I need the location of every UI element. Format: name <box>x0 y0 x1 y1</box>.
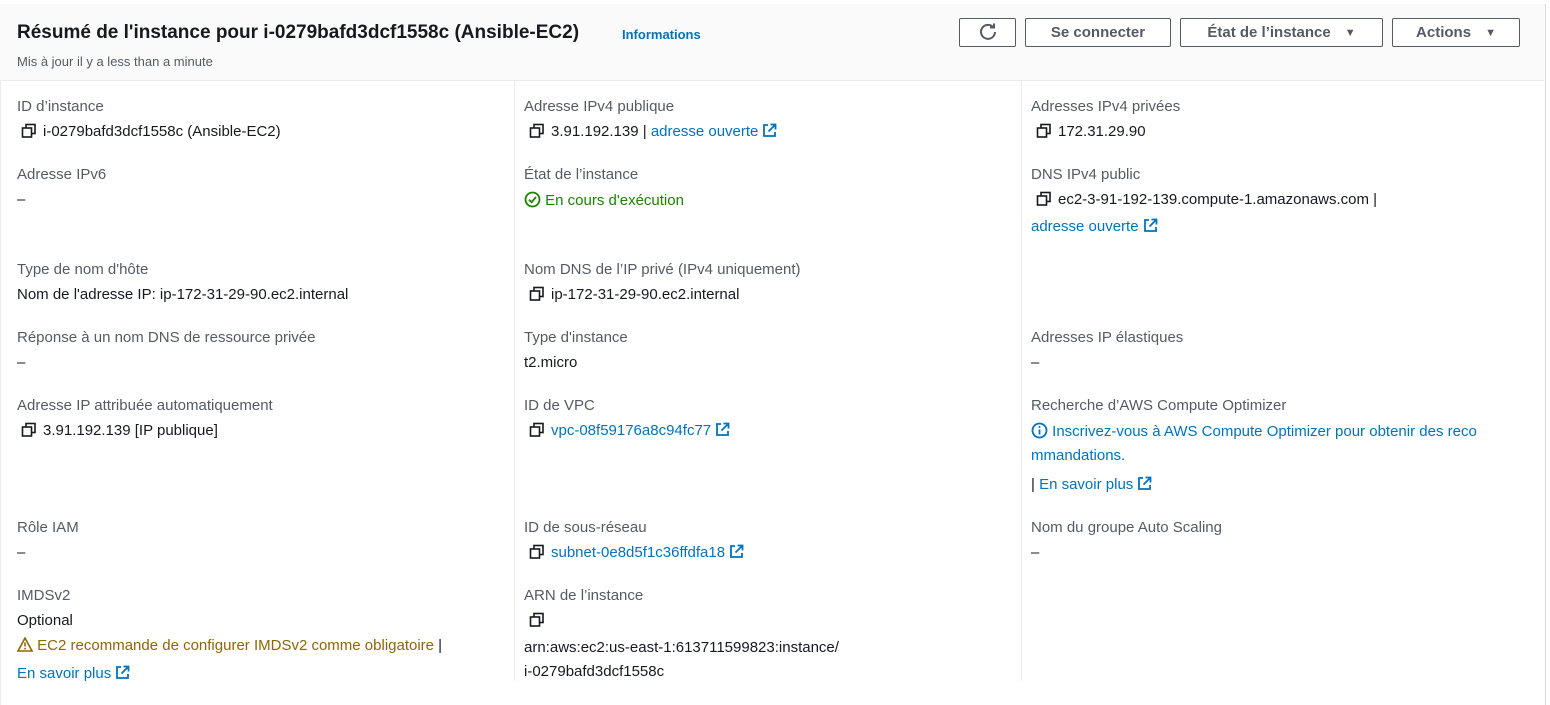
connect-button-label: Se connecter <box>1050 24 1146 41</box>
last-updated-text: Mis à jour il y a less than a minute <box>17 54 213 69</box>
instance-state-value: En cours d'exécution <box>524 191 684 209</box>
hostname-type-value: Nom de l'adresse IP: ip-172-31-29-90.ec2… <box>17 286 349 303</box>
summary-header: Résumé de l'instance pour i-0279bafd3dcf… <box>0 4 1544 81</box>
external-link-icon[interactable] <box>762 123 777 138</box>
elastic-ip-label: Adresses IP élastiques <box>1031 329 1184 346</box>
ipv6-value: – <box>17 191 26 208</box>
copy-icon[interactable] <box>529 123 545 139</box>
private-dns-label: Nom DNS de l’IP privé (IPv4 uniquement) <box>524 261 801 278</box>
public-ipv4-text: 3.91.192.139 <box>551 123 639 140</box>
vpc-value: vpc-08f59176a8c94fc77 <box>529 422 730 439</box>
auto-ip-label: Adresse IP attribuée automatiquement <box>17 397 273 414</box>
public-dns-label: DNS IPv4 public <box>1031 166 1141 183</box>
external-link-icon <box>115 665 130 680</box>
public-dns-text: ec2-3-91-192-139.compute-1.amazonaws.com <box>1058 191 1369 208</box>
copy-icon[interactable] <box>1036 123 1052 139</box>
actions-label: Actions <box>1416 24 1472 41</box>
iam-role-label: Rôle IAM <box>17 519 79 536</box>
copy-icon[interactable] <box>529 422 545 438</box>
refresh-icon <box>978 21 998 45</box>
compute-optimizer-text-1: Inscrivez-vous à AWS Compute Optimizer p… <box>1052 423 1477 440</box>
compute-optimizer-learn-more: | En savoir plus <box>1031 476 1152 493</box>
actions-dropdown[interactable]: Actions ▼ <box>1392 18 1520 47</box>
copy-icon[interactable] <box>529 544 545 560</box>
learn-more-link[interactable]: En savoir plus <box>1039 476 1133 493</box>
open-address-link[interactable]: adresse ouverte <box>651 123 759 140</box>
instance-id-value: i-0279bafd3dcf1558c (Ansible-EC2) <box>21 123 281 140</box>
connect-button[interactable]: Se connecter <box>1025 18 1171 47</box>
auto-ip-text: 3.91.192.139 [IP publique] <box>43 422 218 439</box>
copy-icon[interactable] <box>1036 191 1052 207</box>
imdsv2-warning: EC2 recommande de configurer IMDSv2 comm… <box>16 636 442 654</box>
caret-down-icon: ▼ <box>1344 26 1356 39</box>
asg-label: Nom du groupe Auto Scaling <box>1031 519 1222 536</box>
external-link-icon[interactable] <box>1137 476 1152 491</box>
vpc-label: ID de VPC <box>524 397 595 414</box>
compute-optimizer-text-2[interactable]: mmandations. <box>1031 447 1125 464</box>
instance-id-text: i-0279bafd3dcf1558c (Ansible-EC2) <box>43 123 281 140</box>
info-link[interactable]: Informations <box>622 27 701 42</box>
arn-value-line2: i-0279bafd3dcf1558c <box>524 663 665 680</box>
public-ipv4-value: 3.91.192.139 | adresse ouverte <box>529 123 777 140</box>
iam-role-value: – <box>17 544 26 561</box>
learn-more-text: En savoir plus <box>17 665 112 682</box>
open-address-text: adresse ouverte <box>1031 218 1139 235</box>
public-dns-value: ec2-3-91-192-139.compute-1.amazonaws.com… <box>1036 191 1377 208</box>
copy-icon[interactable] <box>529 612 545 628</box>
dns-response-value: – <box>17 354 26 371</box>
compute-optimizer-label: Recherche d’AWS Compute Optimizer <box>1031 397 1287 414</box>
public-ipv4-label: Adresse IPv4 publique <box>524 98 675 115</box>
warning-icon <box>16 636 34 654</box>
copy-icon[interactable] <box>21 123 37 139</box>
copy-icon[interactable] <box>529 286 545 302</box>
private-dns-text: ip-172-31-29-90.ec2.internal <box>551 286 740 303</box>
instance-state-label: État de l’instance <box>1207 24 1331 41</box>
instance-id-label: ID d’instance <box>17 98 104 115</box>
check-circle-icon <box>524 191 541 209</box>
copy-icon[interactable] <box>21 422 37 438</box>
caret-down-icon: ▼ <box>1485 26 1496 39</box>
arn-label: ARN de l’instance <box>524 587 644 604</box>
external-link-icon[interactable] <box>715 422 730 437</box>
subnet-link[interactable]: subnet-0e8d5f1c36ffdfa18 <box>551 544 725 561</box>
auto-ip-value: 3.91.192.139 [IP publique] <box>21 422 218 439</box>
instance-state-field-label: État de l’instance <box>524 166 639 183</box>
private-ipv4-text: 172.31.29.90 <box>1058 123 1146 140</box>
external-link-icon <box>1143 218 1158 233</box>
imdsv2-value: Optional <box>17 612 73 629</box>
ipv6-label: Adresse IPv6 <box>17 166 107 183</box>
arn-value-line1: arn:aws:ec2:us-east-1:613711599823:insta… <box>524 639 839 656</box>
dns-response-label: Réponse à un nom DNS de ressource privée <box>17 329 316 346</box>
private-dns-value: ip-172-31-29-90.ec2.internal <box>529 286 739 303</box>
asg-value: – <box>1031 544 1040 561</box>
external-link-icon[interactable] <box>729 544 744 559</box>
column-divider <box>1021 81 1022 681</box>
instance-state-dropdown[interactable]: État de l’instance ▼ <box>1180 18 1383 47</box>
column-divider <box>514 81 515 681</box>
instance-type-value: t2.micro <box>524 354 578 371</box>
imdsv2-label: IMDSv2 <box>17 587 71 604</box>
hostname-type-label: Type de nom d'hôte <box>17 261 149 278</box>
elastic-ip-value: – <box>1031 354 1040 371</box>
refresh-button[interactable] <box>959 18 1016 47</box>
info-circle-icon <box>1031 422 1048 440</box>
private-ipv4-value: 172.31.29.90 <box>1036 123 1146 140</box>
private-ipv4-label: Adresses IPv4 privées <box>1031 98 1181 115</box>
instance-summary-panel <box>0 4 1546 705</box>
public-dns-open-link[interactable]: adresse ouverte <box>1031 218 1158 235</box>
imdsv2-warning-text: EC2 recommande de configurer IMDSv2 comm… <box>37 637 435 654</box>
compute-optimizer-link[interactable]: Inscrivez-vous à AWS Compute Optimizer p… <box>1031 422 1477 440</box>
instance-type-label: Type d'instance <box>524 329 628 346</box>
arn-copy <box>529 612 551 629</box>
subnet-label: ID de sous-réseau <box>524 519 647 536</box>
page-title: Résumé de l'instance pour i-0279bafd3dcf… <box>17 22 580 43</box>
subnet-value: subnet-0e8d5f1c36ffdfa18 <box>529 544 744 561</box>
vpc-link[interactable]: vpc-08f59176a8c94fc77 <box>551 422 711 439</box>
instance-state-text: En cours d'exécution <box>545 192 684 209</box>
imdsv2-learn-more-link[interactable]: En savoir plus <box>17 665 130 682</box>
